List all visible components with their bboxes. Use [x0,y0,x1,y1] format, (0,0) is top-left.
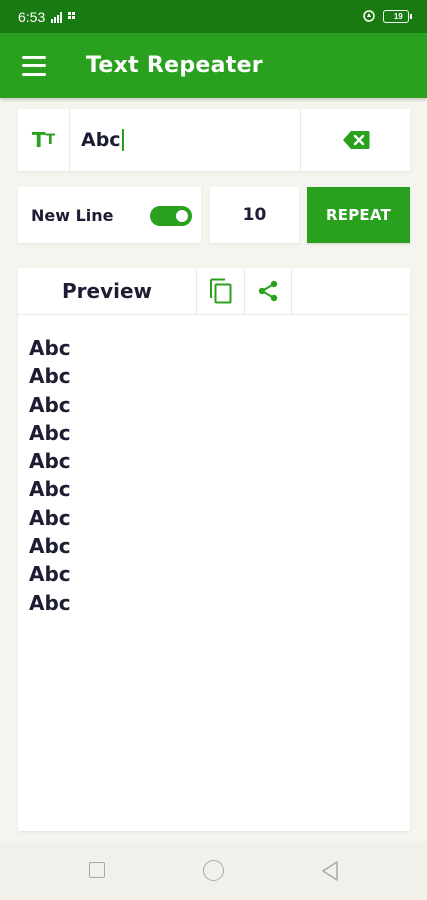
status-bar: 6:53 19 [0,0,427,33]
preview-line: Abc [29,590,71,615]
copy-button[interactable] [196,268,244,314]
share-button[interactable] [244,268,292,314]
preview-line: Abc [29,392,71,417]
preview-line: Abc [29,449,71,474]
new-line-toggle[interactable] [150,206,192,226]
preview-line: Abc [29,562,71,587]
battery-level: 19 [393,12,403,21]
preview-line: Abc [29,336,71,360]
hotspot-icon [68,9,78,25]
data-saver-icon [363,9,375,25]
recent-apps-icon[interactable] [89,862,105,878]
preview-line: Abc [29,364,71,389]
backspace-clear-icon [342,131,369,149]
repeat-count-value: 10 [242,205,267,225]
preview-line: Abc [29,420,71,445]
copy-icon [209,278,231,304]
new-line-label: New Line [31,205,114,225]
preview-line: Abc [29,505,71,530]
clear-text-button[interactable] [300,109,410,171]
share-icon [258,280,278,302]
home-icon[interactable] [203,860,224,881]
text-input[interactable]: Abc [70,109,300,171]
hamburger-menu-icon[interactable] [22,55,46,76]
new-line-option: New Line [18,187,201,243]
preview-body: Abc Abc Abc Abc Abc Abc Abc Abc Abc Abc [18,315,410,617]
app-bar: Text Repeater [0,33,427,98]
text-input-value: Abc [81,129,121,151]
battery-icon: 19 [383,10,412,23]
text-cursor [121,129,124,151]
repeat-count-input[interactable]: 10 [210,187,299,243]
repeat-button[interactable]: REPEAT [307,187,410,243]
preview-card: Preview Abc Abc Abc Abc Abc Abc Abc Abc … [18,268,410,831]
preview-title: Preview [61,279,153,303]
navigation-bar [0,842,427,900]
preview-line: Abc [29,477,71,502]
text-format-icon[interactable]: TT [18,109,70,171]
back-icon[interactable] [320,860,340,886]
preview-line: Abc [29,534,71,559]
text-input-card: TT Abc [18,109,410,171]
signal-icon [51,11,63,23]
preview-header: Preview [18,268,410,315]
app-title: Text Repeater [86,53,263,78]
status-time: 6:53 [18,8,46,25]
